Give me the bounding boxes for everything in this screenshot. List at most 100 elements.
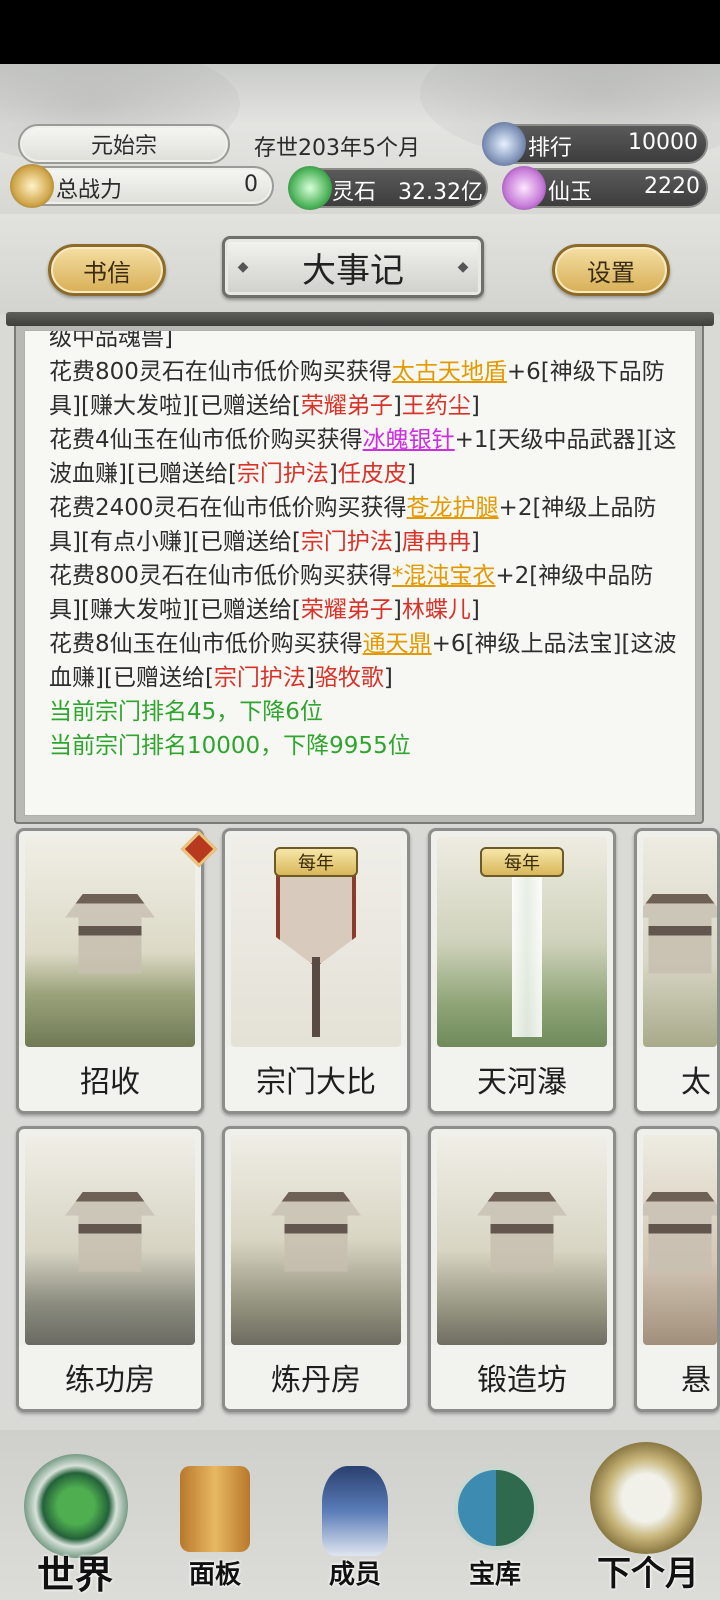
item-link[interactable]: *混沌宝衣 bbox=[392, 563, 496, 589]
log-text: 花费4仙玉在仙市低价购买获得 bbox=[49, 427, 363, 453]
building-label: 宗门大比 bbox=[225, 1047, 407, 1111]
log-entry: 当前宗门排名45，下降6位 bbox=[49, 695, 679, 729]
pagoda-icon bbox=[477, 1191, 567, 1272]
building-card-sect-tournament[interactable]: 每年 宗门大比 bbox=[222, 828, 410, 1114]
nav-treasury-label: 宝库 bbox=[468, 1560, 521, 1590]
log-text: 当前宗门排名10000，下降9955位 bbox=[49, 733, 411, 759]
nav-world-label: 世界 bbox=[36, 1552, 113, 1597]
log-text: ] bbox=[383, 665, 393, 691]
scroll-icon bbox=[180, 1466, 250, 1552]
spirit-stone-icon bbox=[288, 166, 332, 210]
log-text: ] bbox=[305, 665, 315, 691]
nav-members[interactable]: 成员 bbox=[300, 1450, 410, 1600]
highlight-text: 林蝶儿 bbox=[401, 597, 471, 623]
building-label: 锻造坊 bbox=[431, 1345, 613, 1409]
item-link[interactable]: 太古天地盾 bbox=[392, 359, 507, 385]
item-link[interactable]: 冰魄银针 bbox=[363, 427, 455, 453]
building-card-forge[interactable]: 锻造坊 bbox=[428, 1126, 616, 1412]
log-text: ] bbox=[328, 461, 338, 487]
log-text: 花费2400灵石在仙市低价购买获得 bbox=[49, 495, 407, 521]
log-text: ] bbox=[406, 461, 416, 487]
log-text: 花费8仙玉在仙市低价购买获得 bbox=[49, 631, 363, 657]
yearly-badge: 每年 bbox=[274, 847, 358, 877]
log-text: ] bbox=[392, 393, 402, 419]
highlight-text: 骆牧歌 bbox=[314, 665, 384, 691]
log-text: ] bbox=[470, 597, 480, 623]
building-label: 悬 bbox=[637, 1345, 717, 1409]
world-globe-icon bbox=[24, 1454, 128, 1558]
nav-panel-label: 面板 bbox=[188, 1560, 241, 1590]
building-card-tai[interactable]: 太 bbox=[634, 828, 720, 1114]
log-entry: 花费800灵石在仙市低价购买获得太古天地盾+6[神级下品防具][赚大发啦][已赠… bbox=[49, 355, 679, 423]
spirit-stone-label: 灵石 bbox=[332, 180, 377, 205]
highlight-text: 王药尘 bbox=[401, 393, 471, 419]
log-text: ] bbox=[392, 597, 402, 623]
settings-button[interactable]: 设置 bbox=[552, 244, 670, 296]
status-bar bbox=[0, 0, 720, 64]
highlight-text: 荣耀弟子 bbox=[300, 597, 393, 623]
sect-name: 元始宗 bbox=[90, 134, 157, 159]
building-card-alchemy-room[interactable]: 炼丹房 bbox=[222, 1126, 410, 1412]
letters-button[interactable]: 书信 bbox=[48, 244, 166, 296]
nav-treasury[interactable]: 宝库 bbox=[440, 1450, 550, 1600]
building-label: 练功房 bbox=[19, 1345, 201, 1409]
yearly-badge: 每年 bbox=[480, 847, 564, 877]
log-text: 花费800灵石在仙市低价购买获得 bbox=[49, 563, 392, 589]
spirit-stone-value: 32.32亿 bbox=[398, 180, 483, 205]
building-card-training-room[interactable]: 练功房 bbox=[16, 1126, 204, 1412]
log-entry: 花费2400灵石在仙市低价购买获得苍龙护腿+2[神级上品防具][有点小赚][已赠… bbox=[49, 491, 679, 559]
nav-panel[interactable]: 面板 bbox=[160, 1450, 270, 1600]
nav-world[interactable]: 世界 bbox=[10, 1440, 140, 1600]
building-card-xuan[interactable]: 悬 bbox=[634, 1126, 720, 1412]
power-value: 0 bbox=[244, 172, 258, 197]
log-scroll-rod bbox=[6, 312, 714, 326]
next-month-swirl-icon bbox=[590, 1442, 702, 1554]
banner-pole-icon bbox=[312, 957, 320, 1037]
highlight-text: 任皮皮 bbox=[337, 461, 407, 487]
diamond-ornament-icon: ◆ bbox=[237, 259, 249, 275]
building-illustration bbox=[437, 1135, 607, 1345]
power-label: 总战力 bbox=[56, 178, 123, 203]
pagoda-icon bbox=[65, 893, 155, 974]
log-entry: 级中品魂兽] bbox=[49, 330, 679, 355]
building-card-sky-river-falls[interactable]: 每年 天河瀑 bbox=[428, 828, 616, 1114]
log-text: ] bbox=[470, 393, 480, 419]
log-text: 当前宗门排名45，下降6位 bbox=[49, 699, 323, 725]
building-card-recruit[interactable]: 招收 bbox=[16, 828, 204, 1114]
rank-label: 排行 bbox=[528, 136, 573, 161]
highlight-text: 宗门护法 bbox=[236, 461, 329, 487]
log-entry: 花费8仙玉在仙市低价购买获得通天鼎+6[神级上品法宝][这波血赚][已赠送给[宗… bbox=[49, 627, 679, 695]
event-log[interactable]: 级中品魂兽] 花费800灵石在仙市低价购买获得太古天地盾+6[神级下品防具][赚大… bbox=[24, 330, 696, 816]
diamond-ornament-icon: ◆ bbox=[457, 259, 469, 275]
next-month-button[interactable]: 下个月 bbox=[582, 1430, 714, 1600]
log-entry: 当前宗门排名10000，下降9955位 bbox=[49, 729, 679, 763]
log-text: 级中品魂兽] bbox=[49, 330, 173, 351]
item-link[interactable]: 苍龙护腿 bbox=[407, 495, 499, 521]
page-title-plaque: ◆ 大事记 ◆ bbox=[222, 236, 484, 298]
highlight-text: 宗门护法 bbox=[213, 665, 306, 691]
event-log-content: 级中品魂兽] 花费800灵石在仙市低价购买获得太古天地盾+6[神级下品防具][赚大… bbox=[49, 330, 679, 763]
nav-members-label: 成员 bbox=[328, 1560, 381, 1590]
building-label: 天河瀑 bbox=[431, 1047, 613, 1111]
log-text: 花费800灵石在仙市低价购买获得 bbox=[49, 359, 392, 385]
highlight-text: 唐冉冉 bbox=[401, 529, 471, 555]
next-month-label: 下个月 bbox=[597, 1554, 699, 1594]
building-illustration bbox=[643, 1135, 717, 1345]
sect-name-plaque[interactable]: 元始宗 bbox=[18, 124, 230, 164]
pagoda-icon bbox=[65, 1191, 155, 1272]
rank-value: 10000 bbox=[628, 130, 698, 155]
sect-age: 存世203年5个月 bbox=[254, 136, 420, 161]
jade-value: 2220 bbox=[644, 174, 700, 199]
building-illustration bbox=[25, 837, 195, 1047]
highlight-text: 宗门护法 bbox=[300, 529, 393, 555]
pagoda-icon bbox=[271, 1191, 361, 1272]
highlight-text: 荣耀弟子 bbox=[300, 393, 393, 419]
log-text: ] bbox=[392, 529, 402, 555]
cultivator-figure-icon bbox=[322, 1466, 388, 1556]
pagoda-icon bbox=[643, 1191, 717, 1272]
building-label: 炼丹房 bbox=[225, 1345, 407, 1409]
log-entry: 花费4仙玉在仙市低价购买获得冰魄银针+1[天级中品武器][这波血赚][已赠送给[… bbox=[49, 423, 679, 491]
page-title: 大事记 bbox=[302, 250, 404, 291]
item-link[interactable]: 通天鼎 bbox=[363, 631, 432, 657]
pagoda-icon bbox=[643, 893, 717, 974]
